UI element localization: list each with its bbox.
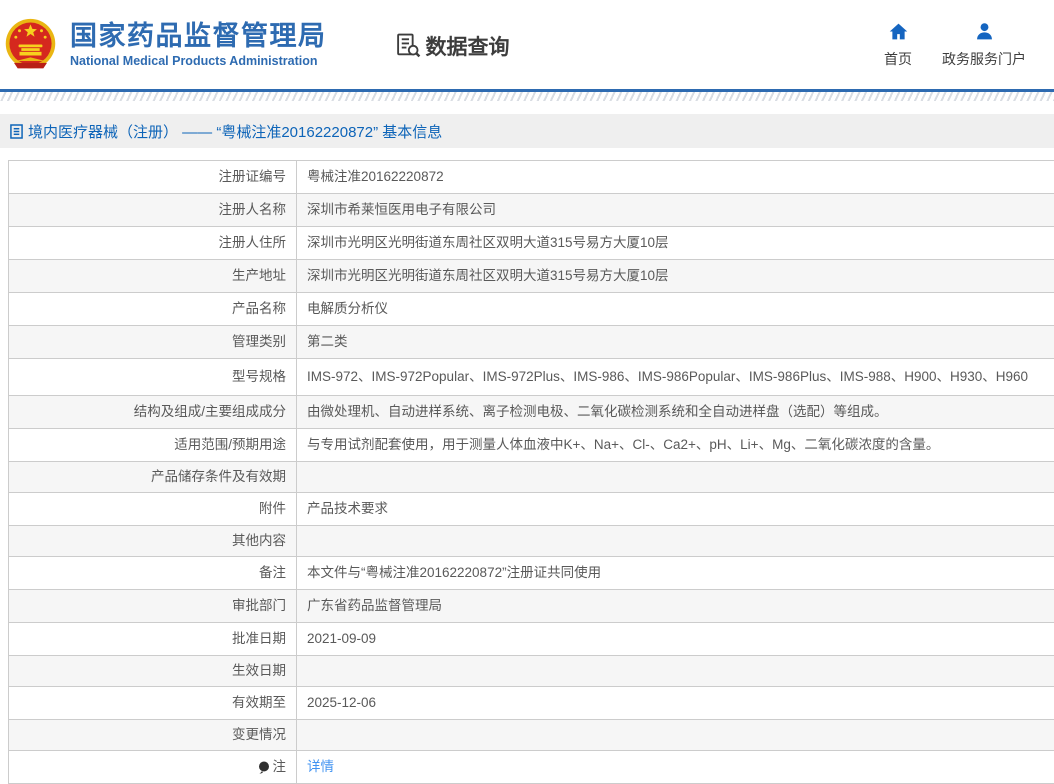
table-row: 注册证编号 粤械注准20162220872 <box>9 161 1054 194</box>
nav-gov-portal[interactable]: 政务服务门户 <box>942 21 1026 69</box>
row-label: 型号规格 <box>9 359 297 395</box>
row-label: 产品储存条件及有效期 <box>9 462 297 492</box>
home-icon <box>888 21 909 49</box>
row-value: 详情 <box>297 751 1054 783</box>
document-search-icon <box>395 32 422 59</box>
table-row: 注详情 <box>9 751 1054 784</box>
detail-link[interactable]: 详情 <box>307 757 334 777</box>
registration-table: 注册证编号 粤械注准20162220872 注册人名称 深圳市希莱恒医用电子有限公司注… <box>8 160 1054 784</box>
page-header: 国家药品监督管理局 National Medical Products Admi… <box>0 0 1054 89</box>
table-row: 产品名称 电解质分析仪 <box>9 293 1054 326</box>
row-label: 其他内容 <box>9 526 297 556</box>
row-label: 生效日期 <box>9 656 297 686</box>
table-row: 批准日期 2021-09-09 <box>9 623 1054 656</box>
row-value: 本文件与“粤械注准20162220872”注册证共同使用 <box>307 565 602 580</box>
row-label: 结构及组成/主要组成成分 <box>9 396 297 428</box>
table-row: 注册人住所 深圳市光明区光明街道东周社区双明大道315号易方大厦10层 <box>9 227 1054 260</box>
table-row: 管理类别 第二类 <box>9 326 1054 359</box>
row-value: 2025-12-06 <box>307 695 377 710</box>
file-icon <box>10 123 28 139</box>
row-value: 广东省药品监督管理局 <box>307 598 442 613</box>
brand-block: 国家药品监督管理局 National Medical Products Admi… <box>70 21 327 68</box>
row-label: 注册人名称 <box>9 194 297 226</box>
site-title: 国家药品监督管理局 <box>70 21 327 51</box>
row-label: 注册人住所 <box>9 227 297 259</box>
table-row: 产品储存条件及有效期 <box>9 462 1054 493</box>
row-value: 由微处理机、自动进样系统、离子检测电极、二氧化碳检测系统和全自动进样盘（选配）等… <box>307 404 888 419</box>
table-row: 型号规格 IMS-972、IMS-972Popular、IMS-972Plus、I… <box>9 359 1054 396</box>
table-row: 变更情况 <box>9 720 1054 751</box>
breadcrumb: 境内医疗器械（注册） —— “粤械注准20162220872” 基本信息 <box>0 114 1054 148</box>
row-value: 粤械注准20162220872 <box>307 169 444 184</box>
nav-home[interactable]: 首页 <box>884 21 912 69</box>
table-row: 附件 产品技术要求 <box>9 493 1054 526</box>
table-row: 注册人名称 深圳市希莱恒医用电子有限公司 <box>9 194 1054 227</box>
hatch-band <box>0 92 1054 101</box>
row-value: 2021-09-09 <box>307 631 377 646</box>
table-row: 适用范围/预期用途 与专用试剂配套使用，用于测量人体血液中K+、Na+、Cl-、C… <box>9 429 1054 462</box>
user-icon <box>974 21 995 49</box>
row-label: 审批部门 <box>9 590 297 622</box>
row-label: 适用范围/预期用途 <box>9 429 297 461</box>
breadcrumb-text: 境内医疗器械（注册） —— “粤械注准20162220872” 基本信息 <box>28 123 443 141</box>
nav-gov-portal-label: 政务服务门户 <box>942 50 1026 67</box>
table-row: 有效期至 2025-12-06 <box>9 687 1054 720</box>
table-row: 生效日期 <box>9 656 1054 687</box>
row-label: 管理类别 <box>9 326 297 358</box>
national-emblem-logo <box>3 17 58 72</box>
row-value <box>297 462 1054 492</box>
data-query-label: 数据查询 <box>425 35 510 59</box>
table-row: 审批部门 广东省药品监督管理局 <box>9 590 1054 623</box>
table-row: 其他内容 <box>9 526 1054 557</box>
nav-home-label: 首页 <box>884 50 912 67</box>
row-label: 有效期至 <box>9 687 297 719</box>
table-row: 生产地址 深圳市光明区光明街道东周社区双明大道315号易方大厦10层 <box>9 260 1054 293</box>
row-value: 深圳市希莱恒医用电子有限公司 <box>307 202 496 217</box>
row-value: 与专用试剂配套使用，用于测量人体血液中K+、Na+、Cl-、Ca2+、pH、Li… <box>307 437 940 452</box>
site-subtitle: National Medical Products Administration <box>70 54 318 68</box>
row-label: 产品名称 <box>9 293 297 325</box>
row-value: 电解质分析仪 <box>307 301 388 316</box>
row-label: 批准日期 <box>9 623 297 655</box>
row-value: 深圳市光明区光明街道东周社区双明大道315号易方大厦10层 <box>307 235 669 250</box>
row-value <box>297 656 1054 686</box>
row-value: IMS-972、IMS-972Popular、IMS-972Plus、IMS-9… <box>307 369 1029 384</box>
row-label: 生产地址 <box>9 260 297 292</box>
row-label: 备注 <box>9 557 297 589</box>
data-query-entry[interactable]: 数据查询 <box>395 31 510 61</box>
row-value: 第二类 <box>307 334 348 349</box>
row-label: 注 <box>9 751 297 783</box>
row-label: 注册证编号 <box>9 161 297 193</box>
note-balloon-icon <box>258 761 270 774</box>
row-value: 深圳市光明区光明街道东周社区双明大道315号易方大厦10层 <box>307 268 669 283</box>
row-value: 产品技术要求 <box>307 501 388 516</box>
table-row: 备注 本文件与“粤械注准20162220872”注册证共同使用 <box>9 557 1054 590</box>
row-value <box>297 720 1054 750</box>
row-value <box>297 526 1054 556</box>
row-label: 变更情况 <box>9 720 297 750</box>
table-row: 结构及组成/主要组成成分 由微处理机、自动进样系统、离子检测电极、二氧化碳检测系统… <box>9 396 1054 429</box>
row-label: 附件 <box>9 493 297 525</box>
